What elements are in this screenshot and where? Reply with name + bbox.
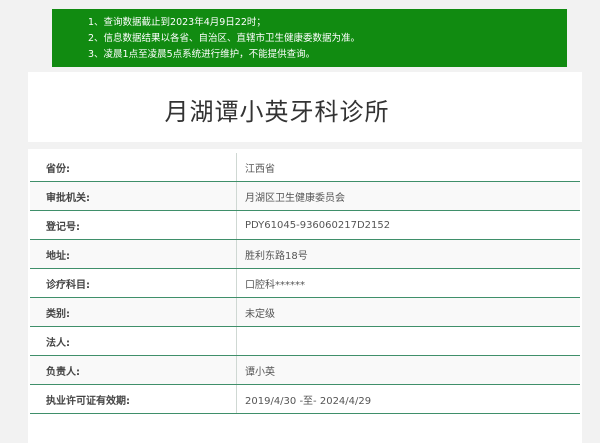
- row-value-legal-person: [236, 326, 580, 356]
- table-row: 执业许可证有效期: 2019/4/30 -至- 2024/4/29: [30, 384, 580, 414]
- row-label-license-validity: 执业许可证有效期:: [30, 384, 237, 414]
- row-value-license-validity: 2019/4/30 -至- 2024/4/29: [236, 384, 580, 414]
- table-row: 审批机关: 月湖区卫生健康委员会: [30, 181, 580, 211]
- row-value-authority: 月湖区卫生健康委员会: [236, 181, 580, 211]
- row-value-province: 江西省: [236, 153, 580, 182]
- table-row: 类别: 未定级: [30, 297, 580, 327]
- row-value-principal: 谭小英: [236, 355, 580, 385]
- row-value-department: 口腔科******: [236, 268, 580, 298]
- row-label-province: 省份:: [30, 153, 237, 182]
- details-table: 省份: 江西省 审批机关: 月湖区卫生健康委员会 登记号: PDY61045-9…: [30, 153, 580, 414]
- row-value-registration: PDY61045-936060217D2152: [236, 210, 580, 240]
- row-label-address: 地址:: [30, 239, 237, 269]
- notice-line-2: 2、信息数据结果以各省、自治区、直辖市卫生健康委数据为准。: [88, 33, 361, 44]
- table-row: 地址: 胜利东路18号: [30, 239, 580, 269]
- table-row: 诊疗科目: 口腔科******: [30, 268, 580, 298]
- row-value-address: 胜利东路18号: [236, 239, 580, 269]
- table-row: 省份: 江西省: [30, 153, 580, 182]
- table-row: 登记号: PDY61045-936060217D2152: [30, 210, 580, 240]
- row-label-authority: 审批机关:: [30, 181, 237, 211]
- page-title: 月湖谭小英牙科诊所: [164, 98, 390, 126]
- notice-banner: 1、查询数据截止到2023年4月9日22时； 2、信息数据结果以各省、自治区、直…: [52, 9, 567, 67]
- row-label-department: 诊疗科目:: [30, 268, 237, 298]
- row-label-legal-person: 法人:: [30, 326, 237, 356]
- row-label-registration: 登记号:: [30, 210, 237, 240]
- row-value-category: 未定级: [236, 297, 580, 327]
- row-label-category: 类别:: [30, 297, 237, 327]
- row-label-principal: 负责人:: [30, 355, 237, 385]
- table-row: 负责人: 谭小英: [30, 355, 580, 385]
- notice-line-3: 3、凌晨1点至凌晨5点系统进行维护，不能提供查询。: [88, 49, 316, 60]
- notice-line-1: 1、查询数据截止到2023年4月9日22时；: [88, 17, 266, 28]
- table-row: 法人:: [30, 326, 580, 356]
